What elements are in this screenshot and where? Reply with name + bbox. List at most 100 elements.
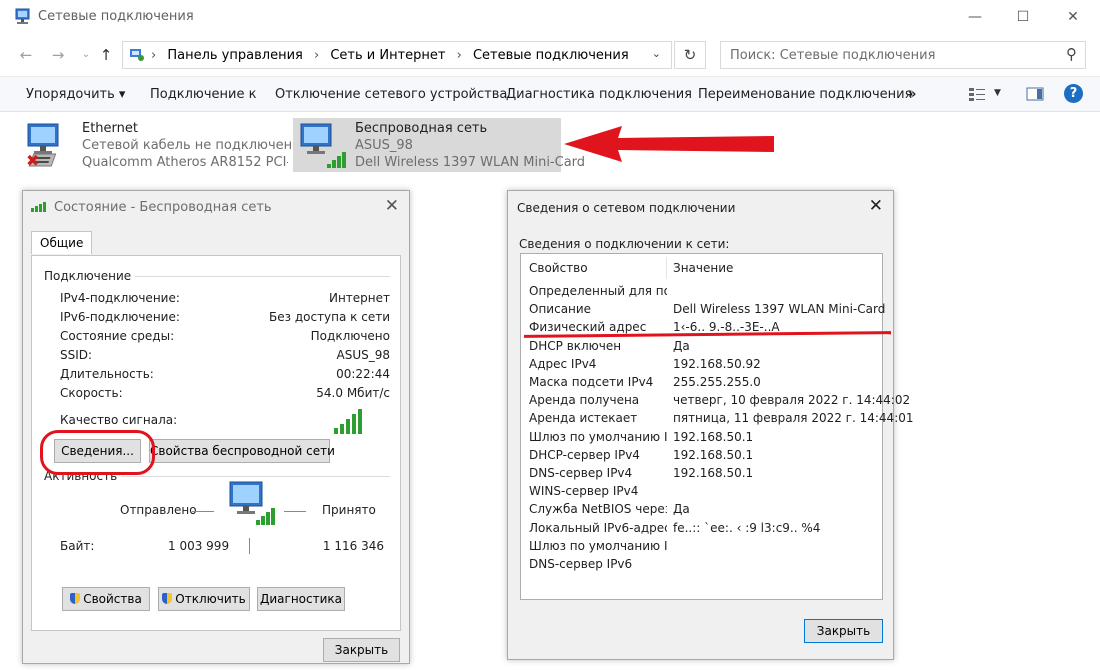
help-icon[interactable]: ?	[1064, 84, 1083, 103]
red-arrow-annotation	[564, 126, 774, 162]
sent-label: Отправлено	[120, 503, 197, 517]
list-item[interactable]: Адрес IPv4 192.168.50.92	[529, 357, 879, 375]
ipv6-label: IPv6-подключение:	[60, 310, 180, 324]
disable-device-button[interactable]: Отключение сетевого устройства	[275, 87, 507, 102]
connection-tile-wireless[interactable]: Беспроводная сеть ASUS_98 Dell Wireless …	[293, 118, 585, 172]
property-cell: Аренда истекает	[529, 411, 638, 426]
wireless-properties-button[interactable]: Свойства беспроводной сети	[149, 439, 335, 463]
duration-label: Длительность:	[60, 367, 154, 381]
property-cell: Определенный для по...	[529, 284, 667, 298]
ssid-value: ASUS_98	[336, 348, 391, 362]
value-cell: 192.168.50.92	[673, 356, 761, 371]
value-cell: Dell Wireless 1397 WLAN Mini-Card	[673, 302, 886, 317]
dialog-title: Состояние - Беспроводная сеть	[54, 200, 272, 215]
window-title: Сетевые подключения	[38, 9, 194, 24]
search-icon: ⚲	[1066, 45, 1077, 63]
forward-arrow-icon[interactable]: →	[46, 44, 70, 66]
column-header-property[interactable]: Свойство	[529, 261, 588, 275]
maximize-button[interactable]: ☐	[1000, 4, 1046, 30]
network-connections-icon	[15, 8, 30, 24]
organize-button[interactable]: Упорядочить ▾	[26, 87, 125, 102]
list-item[interactable]: Аренда истекает пятница, 11 февраля 2022 …	[529, 411, 914, 429]
list-item[interactable]: Определенный для по...	[529, 284, 879, 302]
details-list[interactable]: Свойство Значение Определенный для по...…	[520, 253, 914, 600]
back-arrow-icon[interactable]: ←	[14, 44, 38, 66]
close-button[interactable]: Закрыть	[323, 638, 400, 662]
property-cell: Шлюз по умолчанию IP...	[529, 429, 667, 444]
refresh-icon[interactable]: ↻	[674, 41, 706, 69]
minimize-button[interactable]: —	[952, 4, 998, 30]
duration-value: 00:22:44	[336, 367, 390, 381]
property-cell: Физический адрес	[529, 320, 647, 335]
list-item[interactable]: Аренда получена четверг, 10 февраля 2022 …	[529, 393, 910, 411]
list-item[interactable]: Служба NetBIOS через... Да	[529, 502, 879, 520]
list-item[interactable]: DHCP включен Да	[529, 339, 879, 357]
value-cell: 192.168.50.1	[673, 447, 754, 462]
breadcrumb: › Панель управления › Сеть и Интернет › …	[151, 48, 629, 63]
signal-strength-icon	[334, 409, 362, 434]
list-item[interactable]: DNS-сервер IPv4 192.168.50.1	[529, 466, 879, 484]
ipv4-value: Интернет	[328, 291, 390, 305]
list-item[interactable]: WINS-сервер IPv4	[529, 484, 879, 502]
connection-status: Сетевой кабель не подключен	[82, 138, 293, 153]
disconnect-button[interactable]: Отключить	[158, 587, 250, 611]
preview-pane-icon[interactable]	[1026, 87, 1044, 101]
column-header-value[interactable]: Значение	[673, 261, 733, 275]
list-item[interactable]: Шлюз по умолчанию IP... 192.168.50.1	[529, 430, 879, 448]
property-cell: Адрес IPv4	[529, 356, 597, 371]
rename-connection-button[interactable]: Переименование подключения	[698, 87, 912, 102]
value-cell: 192.168.50.1	[673, 429, 754, 444]
media-state-value: Подключено	[310, 329, 390, 343]
diagnose-connection-button[interactable]: Диагностика подключения	[506, 87, 692, 102]
search-input[interactable]: Поиск: Сетевые подключения ⚲	[720, 41, 1086, 69]
red-circle-annotation	[40, 430, 155, 475]
value-cell: fe..:: `ee:. ‹ :9 l3:c9.. %4	[673, 520, 821, 535]
up-arrow-icon[interactable]: ↑	[94, 44, 118, 66]
close-icon[interactable]: ✕	[385, 196, 399, 216]
list-item[interactable]: DHCP-сервер IPv4 192.168.50.1	[529, 448, 879, 466]
close-button[interactable]: Закрыть	[804, 619, 883, 643]
more-commands-button[interactable]: »	[908, 87, 916, 102]
search-placeholder: Поиск: Сетевые подключения	[730, 48, 936, 63]
shield-icon	[162, 593, 173, 604]
view-dropdown-icon[interactable]: ▼	[994, 88, 1001, 98]
property-cell: Маска подсети IPv4	[529, 375, 654, 389]
diagnostics-button[interactable]: Диагностика	[257, 587, 345, 611]
disconnected-x-icon: ✖	[26, 151, 40, 170]
address-bar[interactable]: › Панель управления › Сеть и Интернет › …	[122, 41, 672, 69]
bytes-label: Байт:	[60, 539, 95, 553]
list-item[interactable]: DNS-сервер IPv6	[529, 557, 879, 575]
property-cell: DNS-сервер IPv4	[529, 466, 633, 480]
details-subtitle: Сведения о подключении к сети:	[519, 237, 730, 251]
control-panel-icon	[130, 49, 144, 61]
bytes-received-value: 1 116 346	[322, 539, 384, 553]
breadcrumb-network-internet[interactable]: Сеть и Интернет	[330, 48, 445, 63]
speed-label: Скорость:	[60, 386, 123, 400]
property-cell: DHCP-сервер IPv4	[529, 447, 640, 462]
list-item[interactable]: Шлюз по умолчанию IP...	[529, 539, 879, 557]
breadcrumb-network-connections[interactable]: Сетевые подключения	[473, 48, 629, 63]
property-cell: Описание	[529, 302, 592, 317]
connect-to-button[interactable]: Подключение к	[150, 87, 256, 102]
shield-icon	[70, 593, 81, 604]
view-options-icon[interactable]	[968, 86, 986, 102]
tab-general[interactable]: Общие	[31, 231, 93, 254]
connection-group-label: Подключение	[44, 269, 136, 283]
connection-tile-ethernet[interactable]: ✖ Ethernet Сетевой кабель не подключен Q…	[20, 118, 293, 172]
list-item[interactable]: Описание Dell Wireless 1397 WLAN Mini-Car…	[529, 302, 885, 320]
signal-quality-label: Качество сигнала:	[60, 413, 178, 427]
ipv4-label: IPv4-подключение:	[60, 291, 180, 305]
connection-status: ASUS_98	[355, 138, 413, 153]
breadcrumb-control-panel[interactable]: Панель управления	[167, 48, 303, 63]
connection-device: Dell Wireless 1397 WLAN Mini-Card	[355, 155, 586, 170]
property-cell: WINS-сервер IPv4	[529, 484, 639, 499]
list-item[interactable]: Локальный IPv6-адрес... fe..:: `ee:. ‹ :9…	[529, 521, 879, 539]
network-activity-icon	[229, 481, 275, 525]
close-icon[interactable]: ✕	[869, 196, 883, 216]
chevron-down-icon[interactable]: ⌄	[652, 47, 661, 60]
close-window-button[interactable]: ✕	[1050, 4, 1096, 30]
property-cell: Аренда получена	[529, 393, 640, 408]
list-item[interactable]: Маска подсети IPv4 255.255.255.0	[529, 375, 879, 393]
properties-button[interactable]: Свойства	[62, 587, 150, 611]
value-cell: пятница, 11 февраля 2022 г. 14:44:01	[673, 411, 914, 426]
